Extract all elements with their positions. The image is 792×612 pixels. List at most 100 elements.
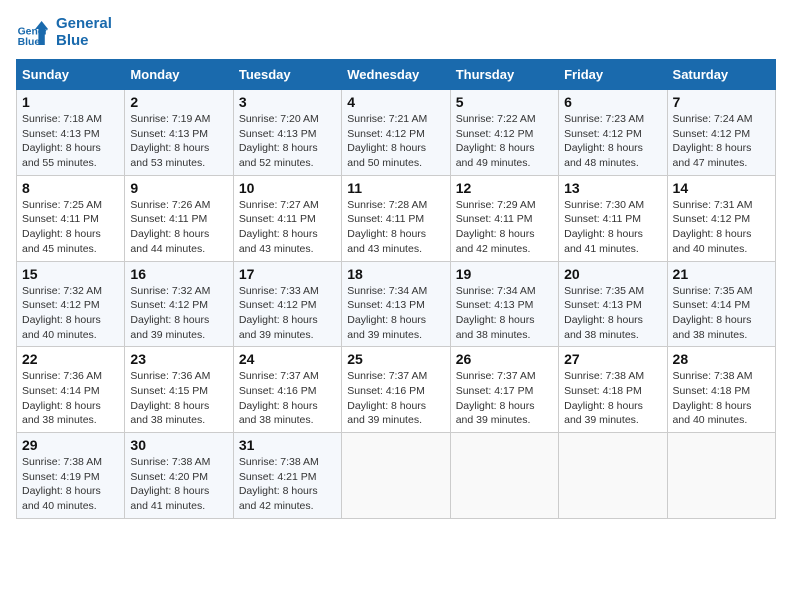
- day-number: 10: [239, 180, 336, 196]
- col-header-friday: Friday: [559, 60, 667, 90]
- calendar-cell: 4 Sunrise: 7:21 AM Sunset: 4:12 PM Dayli…: [342, 90, 450, 176]
- day-number: 15: [22, 266, 119, 282]
- calendar-cell: 15 Sunrise: 7:32 AM Sunset: 4:12 PM Dayl…: [17, 261, 125, 347]
- day-info: Sunrise: 7:18 AM Sunset: 4:13 PM Dayligh…: [22, 112, 119, 171]
- day-info: Sunrise: 7:24 AM Sunset: 4:12 PM Dayligh…: [673, 112, 770, 171]
- day-info: Sunrise: 7:37 AM Sunset: 4:17 PM Dayligh…: [456, 369, 553, 428]
- day-info: Sunrise: 7:38 AM Sunset: 4:19 PM Dayligh…: [22, 455, 119, 514]
- day-info: Sunrise: 7:35 AM Sunset: 4:14 PM Dayligh…: [673, 284, 770, 343]
- day-number: 19: [456, 266, 553, 282]
- day-info: Sunrise: 7:26 AM Sunset: 4:11 PM Dayligh…: [130, 198, 227, 257]
- day-info: Sunrise: 7:38 AM Sunset: 4:18 PM Dayligh…: [673, 369, 770, 428]
- day-number: 21: [673, 266, 770, 282]
- col-header-saturday: Saturday: [667, 60, 775, 90]
- day-info: Sunrise: 7:33 AM Sunset: 4:12 PM Dayligh…: [239, 284, 336, 343]
- day-number: 12: [456, 180, 553, 196]
- day-info: Sunrise: 7:34 AM Sunset: 4:13 PM Dayligh…: [347, 284, 444, 343]
- day-number: 18: [347, 266, 444, 282]
- col-header-sunday: Sunday: [17, 60, 125, 90]
- calendar-cell: 5 Sunrise: 7:22 AM Sunset: 4:12 PM Dayli…: [450, 90, 558, 176]
- calendar-cell: 17 Sunrise: 7:33 AM Sunset: 4:12 PM Dayl…: [233, 261, 341, 347]
- day-info: Sunrise: 7:31 AM Sunset: 4:12 PM Dayligh…: [673, 198, 770, 257]
- calendar-cell: 16 Sunrise: 7:32 AM Sunset: 4:12 PM Dayl…: [125, 261, 233, 347]
- svg-text:Blue: Blue: [18, 37, 41, 48]
- calendar-cell: 24 Sunrise: 7:37 AM Sunset: 4:16 PM Dayl…: [233, 347, 341, 433]
- col-header-tuesday: Tuesday: [233, 60, 341, 90]
- day-number: 22: [22, 351, 119, 367]
- col-header-wednesday: Wednesday: [342, 60, 450, 90]
- day-info: Sunrise: 7:27 AM Sunset: 4:11 PM Dayligh…: [239, 198, 336, 257]
- day-number: 13: [564, 180, 661, 196]
- day-info: Sunrise: 7:19 AM Sunset: 4:13 PM Dayligh…: [130, 112, 227, 171]
- day-info: Sunrise: 7:37 AM Sunset: 4:16 PM Dayligh…: [239, 369, 336, 428]
- day-number: 2: [130, 94, 227, 110]
- calendar-cell: 6 Sunrise: 7:23 AM Sunset: 4:12 PM Dayli…: [559, 90, 667, 176]
- day-info: Sunrise: 7:28 AM Sunset: 4:11 PM Dayligh…: [347, 198, 444, 257]
- day-number: 24: [239, 351, 336, 367]
- day-number: 20: [564, 266, 661, 282]
- day-info: Sunrise: 7:20 AM Sunset: 4:13 PM Dayligh…: [239, 112, 336, 171]
- calendar-cell: 22 Sunrise: 7:36 AM Sunset: 4:14 PM Dayl…: [17, 347, 125, 433]
- calendar-cell: 1 Sunrise: 7:18 AM Sunset: 4:13 PM Dayli…: [17, 90, 125, 176]
- calendar-cell: 19 Sunrise: 7:34 AM Sunset: 4:13 PM Dayl…: [450, 261, 558, 347]
- day-number: 29: [22, 437, 119, 453]
- calendar-cell: 8 Sunrise: 7:25 AM Sunset: 4:11 PM Dayli…: [17, 175, 125, 261]
- day-number: 31: [239, 437, 336, 453]
- calendar-cell: [342, 433, 450, 519]
- col-header-monday: Monday: [125, 60, 233, 90]
- calendar-cell: 14 Sunrise: 7:31 AM Sunset: 4:12 PM Dayl…: [667, 175, 775, 261]
- calendar-cell: 20 Sunrise: 7:35 AM Sunset: 4:13 PM Dayl…: [559, 261, 667, 347]
- day-number: 9: [130, 180, 227, 196]
- calendar-cell: 27 Sunrise: 7:38 AM Sunset: 4:18 PM Dayl…: [559, 347, 667, 433]
- calendar-cell: 11 Sunrise: 7:28 AM Sunset: 4:11 PM Dayl…: [342, 175, 450, 261]
- day-number: 5: [456, 94, 553, 110]
- calendar-cell: 21 Sunrise: 7:35 AM Sunset: 4:14 PM Dayl…: [667, 261, 775, 347]
- calendar-cell: 3 Sunrise: 7:20 AM Sunset: 4:13 PM Dayli…: [233, 90, 341, 176]
- day-number: 23: [130, 351, 227, 367]
- day-number: 16: [130, 266, 227, 282]
- calendar-cell: 7 Sunrise: 7:24 AM Sunset: 4:12 PM Dayli…: [667, 90, 775, 176]
- day-info: Sunrise: 7:23 AM Sunset: 4:12 PM Dayligh…: [564, 112, 661, 171]
- day-number: 30: [130, 437, 227, 453]
- day-number: 7: [673, 94, 770, 110]
- calendar-cell: 25 Sunrise: 7:37 AM Sunset: 4:16 PM Dayl…: [342, 347, 450, 433]
- calendar-table: SundayMondayTuesdayWednesdayThursdayFrid…: [16, 59, 776, 519]
- calendar-cell: [559, 433, 667, 519]
- calendar-cell: [450, 433, 558, 519]
- day-number: 8: [22, 180, 119, 196]
- day-info: Sunrise: 7:30 AM Sunset: 4:11 PM Dayligh…: [564, 198, 661, 257]
- calendar-cell: 10 Sunrise: 7:27 AM Sunset: 4:11 PM Dayl…: [233, 175, 341, 261]
- day-info: Sunrise: 7:32 AM Sunset: 4:12 PM Dayligh…: [130, 284, 227, 343]
- day-info: Sunrise: 7:29 AM Sunset: 4:11 PM Dayligh…: [456, 198, 553, 257]
- calendar-cell: 23 Sunrise: 7:36 AM Sunset: 4:15 PM Dayl…: [125, 347, 233, 433]
- day-info: Sunrise: 7:38 AM Sunset: 4:18 PM Dayligh…: [564, 369, 661, 428]
- day-number: 3: [239, 94, 336, 110]
- calendar-cell: 9 Sunrise: 7:26 AM Sunset: 4:11 PM Dayli…: [125, 175, 233, 261]
- day-number: 1: [22, 94, 119, 110]
- calendar-cell: 2 Sunrise: 7:19 AM Sunset: 4:13 PM Dayli…: [125, 90, 233, 176]
- col-header-thursday: Thursday: [450, 60, 558, 90]
- calendar-cell: 26 Sunrise: 7:37 AM Sunset: 4:17 PM Dayl…: [450, 347, 558, 433]
- calendar-cell: 12 Sunrise: 7:29 AM Sunset: 4:11 PM Dayl…: [450, 175, 558, 261]
- calendar-cell: 13 Sunrise: 7:30 AM Sunset: 4:11 PM Dayl…: [559, 175, 667, 261]
- day-info: Sunrise: 7:35 AM Sunset: 4:13 PM Dayligh…: [564, 284, 661, 343]
- day-info: Sunrise: 7:37 AM Sunset: 4:16 PM Dayligh…: [347, 369, 444, 428]
- day-info: Sunrise: 7:32 AM Sunset: 4:12 PM Dayligh…: [22, 284, 119, 343]
- day-number: 27: [564, 351, 661, 367]
- calendar-cell: 30 Sunrise: 7:38 AM Sunset: 4:20 PM Dayl…: [125, 433, 233, 519]
- day-number: 25: [347, 351, 444, 367]
- day-info: Sunrise: 7:36 AM Sunset: 4:14 PM Dayligh…: [22, 369, 119, 428]
- calendar-cell: [667, 433, 775, 519]
- day-info: Sunrise: 7:38 AM Sunset: 4:20 PM Dayligh…: [130, 455, 227, 514]
- day-number: 4: [347, 94, 444, 110]
- calendar-cell: 28 Sunrise: 7:38 AM Sunset: 4:18 PM Dayl…: [667, 347, 775, 433]
- day-number: 17: [239, 266, 336, 282]
- day-number: 26: [456, 351, 553, 367]
- logo-text-blue: Blue: [56, 33, 112, 50]
- calendar-cell: 29 Sunrise: 7:38 AM Sunset: 4:19 PM Dayl…: [17, 433, 125, 519]
- day-number: 14: [673, 180, 770, 196]
- day-number: 6: [564, 94, 661, 110]
- calendar-cell: 18 Sunrise: 7:34 AM Sunset: 4:13 PM Dayl…: [342, 261, 450, 347]
- day-number: 11: [347, 180, 444, 196]
- day-info: Sunrise: 7:36 AM Sunset: 4:15 PM Dayligh…: [130, 369, 227, 428]
